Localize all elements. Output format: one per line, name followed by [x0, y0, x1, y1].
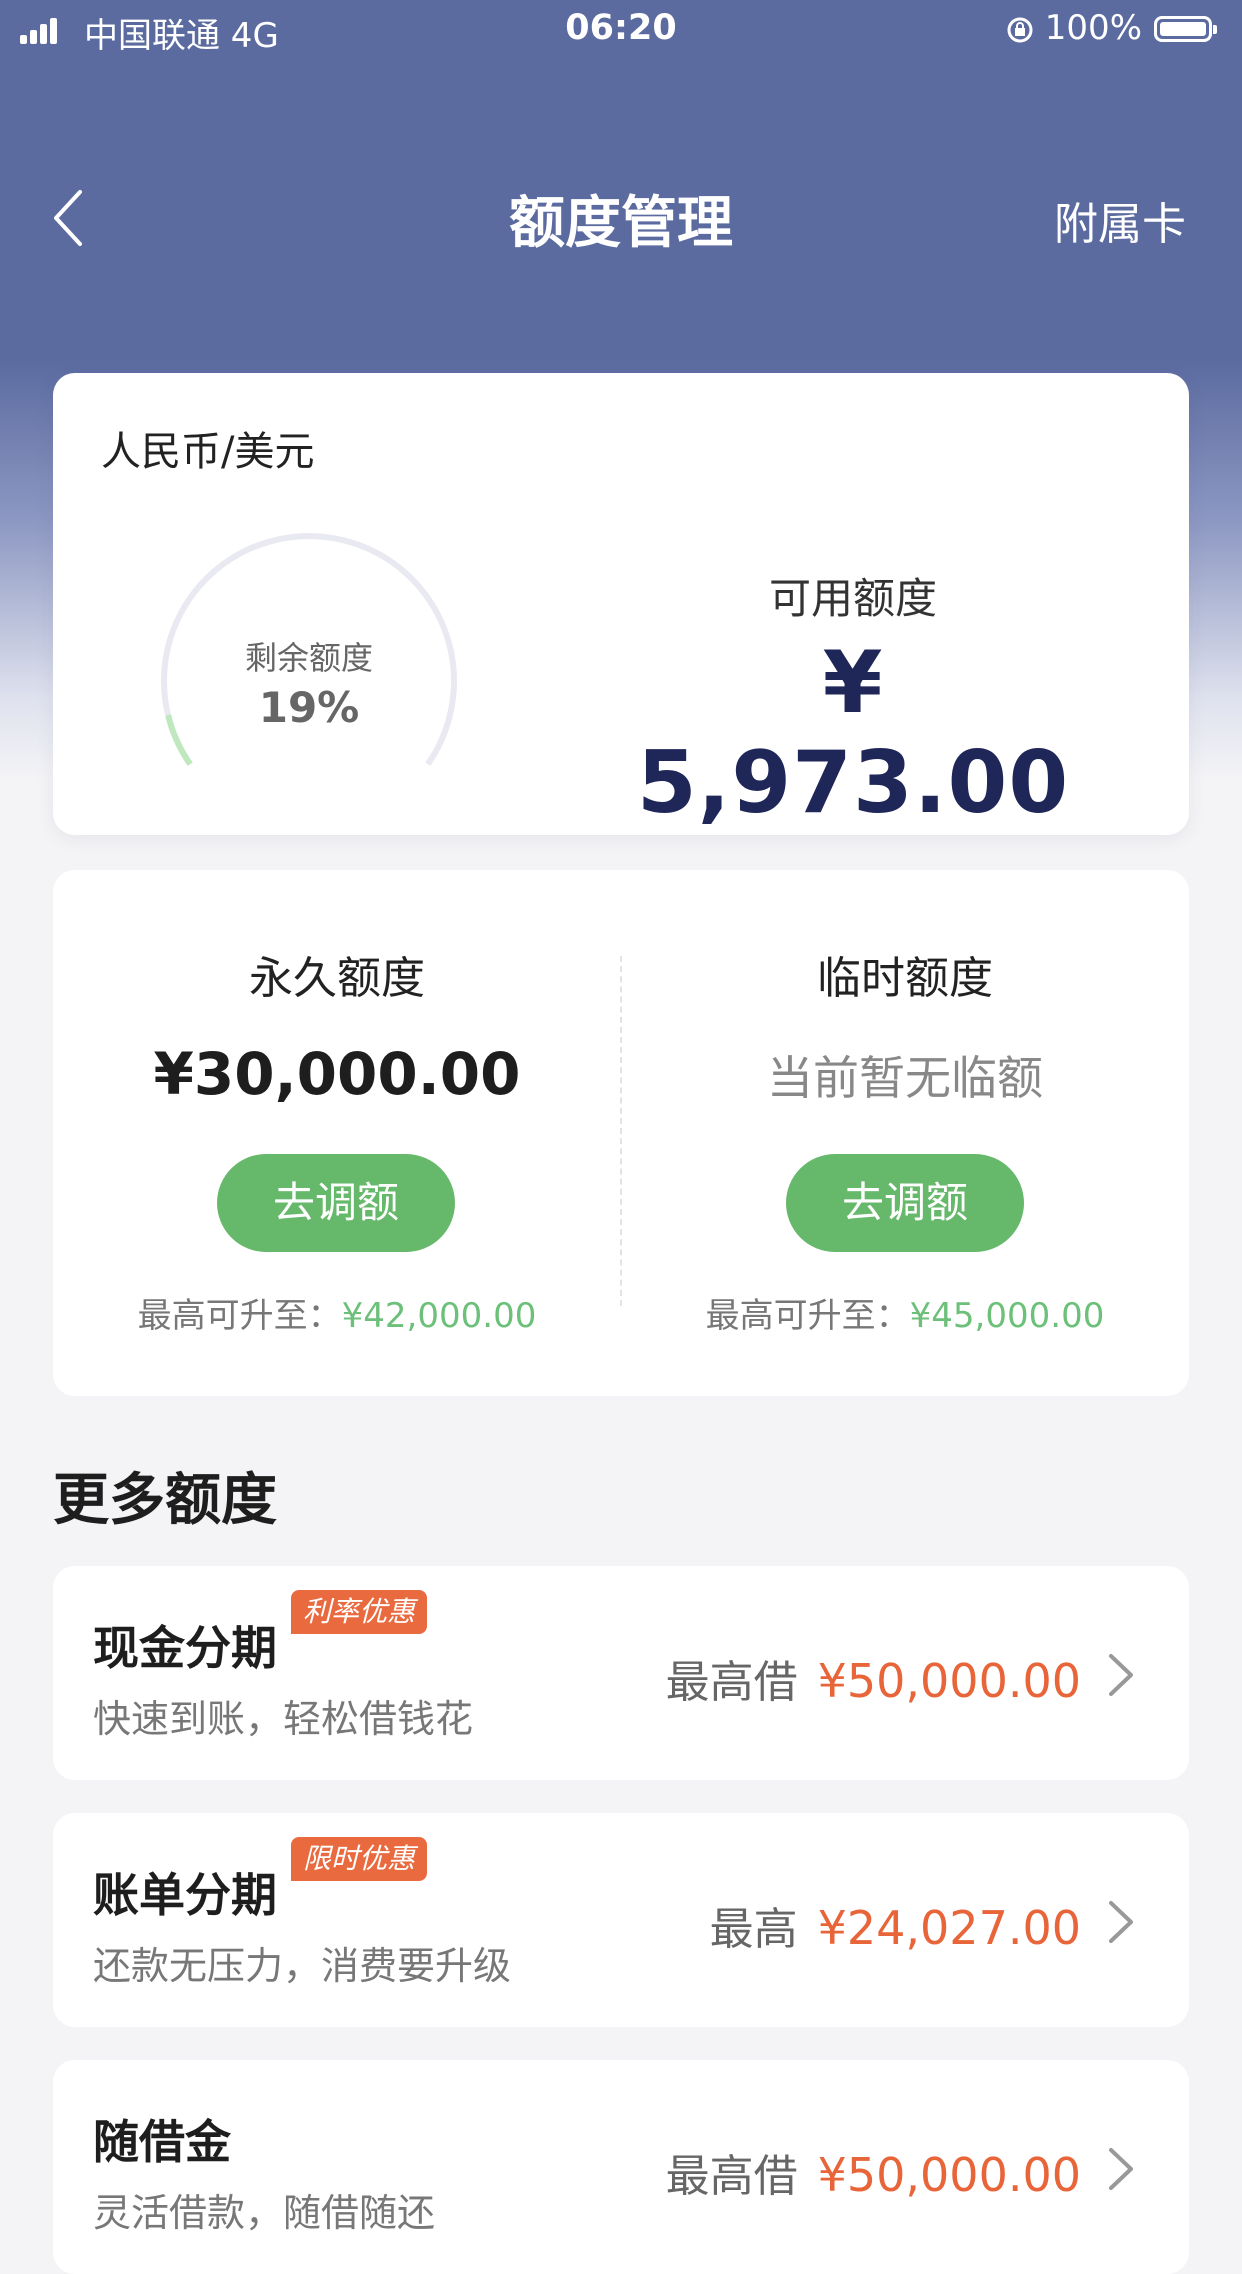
permanent-max-limit: 最高可升至：¥42,000.00	[53, 1288, 621, 1337]
max-label: 最高	[709, 1904, 798, 1955]
more-limits-heading: 更多额度	[53, 1468, 277, 1533]
available-credit-card: 人民币/美元 剩余额度 19% 可用额度 ¥ 5,973.00	[53, 373, 1189, 835]
battery-icon	[1154, 16, 1217, 42]
battery-percentage: 100%	[1044, 8, 1142, 48]
promo-badge: 限时优惠	[291, 1837, 428, 1881]
remaining-credit-label: 剩余额度	[244, 639, 373, 677]
temporary-limit-title: 临时额度	[817, 953, 993, 1004]
item-max-amount: 最高借 ¥50,000.00	[666, 2140, 1081, 2204]
remaining-credit-gauge	[161, 533, 457, 766]
flexible-loan-item[interactable]: 随借金 灵活借款，随借随还 最高借 ¥50,000.00	[53, 2060, 1189, 2274]
max-label: 最高借	[665, 1657, 798, 1708]
max-amount: ¥24,027.00	[817, 1901, 1081, 1955]
permanent-limit-amount: ¥30,000.00	[153, 1040, 521, 1108]
temporary-max-limit: 最高可升至：¥45,000.00	[621, 1288, 1189, 1337]
available-credit-amount: ¥ 5,973.00	[636, 633, 1070, 833]
item-subtitle: 灵活借款，随借随还	[93, 2191, 436, 2235]
supplementary-card-link[interactable]: 附属卡	[1054, 188, 1186, 252]
item-title: 账单分期	[93, 1868, 277, 1922]
temporary-limit-section: 临时额度 当前暂无临额 去调额 最高可升至：¥45,000.00	[621, 870, 1189, 1396]
max-label: 最高借	[665, 2151, 798, 2202]
available-credit-label: 可用额度	[768, 574, 937, 623]
cash-installment-item[interactable]: 现金分期 利率优惠 快速到账，轻松借钱花 最高借 ¥50,000.00	[53, 1566, 1189, 1780]
item-title: 随借金	[93, 2115, 231, 2169]
remaining-credit-percent: 19%	[258, 683, 360, 732]
bill-installment-item[interactable]: 账单分期 限时优惠 还款无压力，消费要升级 最高 ¥24,027.00	[53, 1813, 1189, 2027]
credit-limits-card: 永久额度 ¥30,000.00 去调额 最高可升至：¥42,000.00 临时额…	[53, 870, 1189, 1396]
permanent-limit-title: 永久额度	[249, 953, 425, 1004]
adjust-temporary-limit-button[interactable]: 去调额	[786, 1154, 1024, 1252]
max-amount: ¥50,000.00	[817, 1654, 1081, 1708]
item-subtitle: 还款无压力，消费要升级	[93, 1944, 512, 1988]
chevron-right-icon	[1109, 1654, 1133, 1696]
promo-badge: 利率优惠	[291, 1590, 428, 1634]
chevron-right-icon	[1109, 2148, 1133, 2190]
max-amount: ¥50,000.00	[817, 2148, 1081, 2202]
currency-label: 人民币/美元	[101, 429, 315, 475]
adjust-permanent-limit-button[interactable]: 去调额	[217, 1154, 455, 1252]
chevron-right-icon	[1109, 1901, 1133, 1943]
max-limit-value: ¥45,000.00	[909, 1296, 1105, 1336]
temporary-limit-empty: 当前暂无临额	[767, 1051, 1043, 1105]
max-limit-value: ¥42,000.00	[341, 1296, 537, 1336]
max-limit-prefix: 最高可升至：	[705, 1296, 910, 1336]
max-limit-prefix: 最高可升至：	[137, 1296, 342, 1336]
item-title: 现金分期	[93, 1621, 277, 1675]
rotation-lock-icon	[1007, 17, 1033, 43]
item-max-amount: 最高借 ¥50,000.00	[666, 1646, 1081, 1710]
item-subtitle: 快速到账，轻松借钱花	[93, 1697, 474, 1741]
permanent-limit-section: 永久额度 ¥30,000.00 去调额 最高可升至：¥42,000.00	[53, 870, 621, 1396]
status-bar: 中国联通 4G 06:20 100%	[0, 0, 1242, 62]
item-max-amount: 最高 ¥24,027.00	[710, 1893, 1081, 1957]
